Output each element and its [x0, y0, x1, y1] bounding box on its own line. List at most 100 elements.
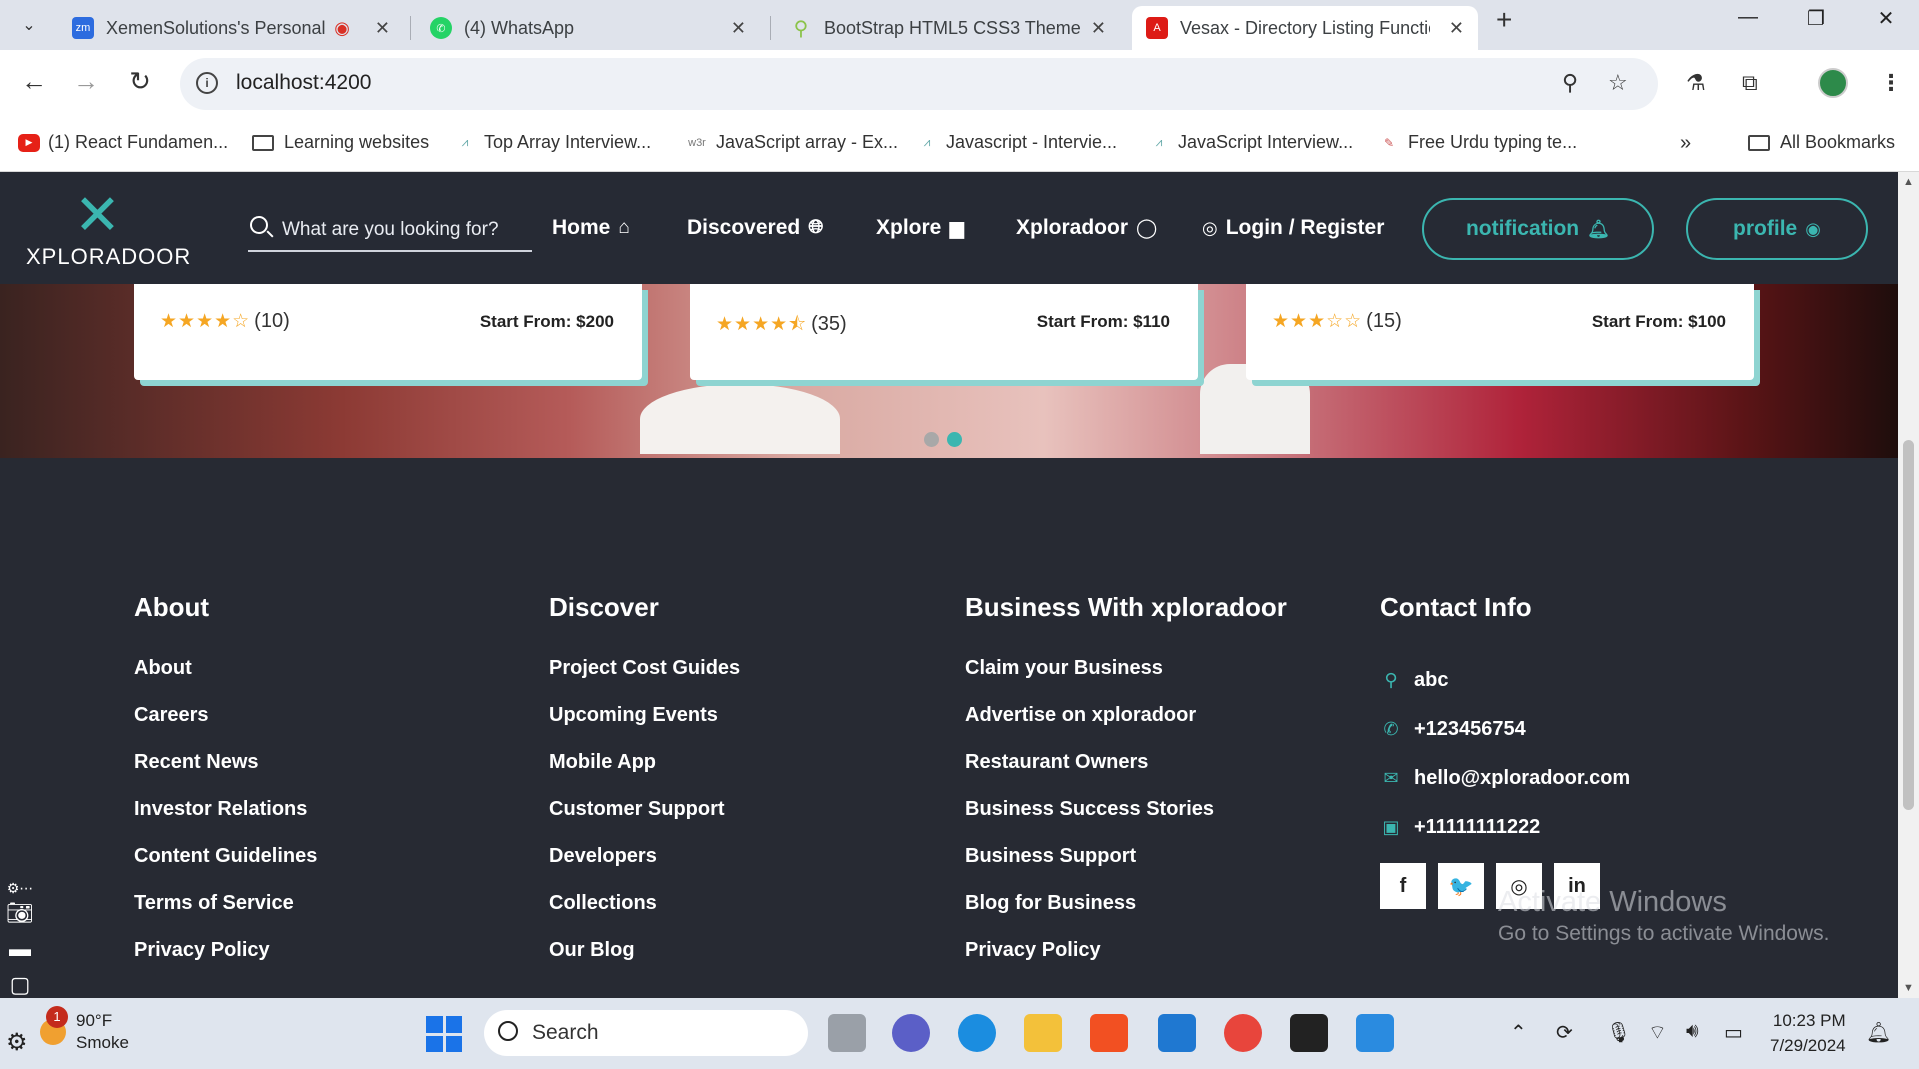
store-icon[interactable] [1090, 1014, 1128, 1052]
more-menu-icon[interactable]: ⋮ [1880, 70, 1902, 96]
restore-icon[interactable]: ❐ [1796, 6, 1836, 31]
scrollbar-thumb[interactable] [1903, 440, 1914, 810]
footer-link[interactable]: Claim your Business [965, 655, 1287, 702]
footer-link[interactable]: Content Guidelines [134, 843, 317, 890]
contact-email[interactable]: ✉ hello@xploradoor.com [1380, 753, 1630, 802]
footer-link[interactable]: Investor Relations [134, 796, 317, 843]
video-icon[interactable]: ▬ [0, 936, 40, 972]
close-tab-icon[interactable]: ✕ [375, 18, 390, 39]
notifications-bell-icon[interactable]: 🔔︎ [1866, 1020, 1891, 1045]
close-tab-icon[interactable]: ✕ [1449, 18, 1464, 39]
file-explorer-icon[interactable] [1024, 1014, 1062, 1052]
bookmark-item[interactable]: ✎ Free Urdu typing te... [1378, 132, 1577, 153]
settings-gear-icon[interactable]: ⚙ [6, 1028, 28, 1057]
listing-card[interactable]: ★★★★☆ (10) Start From: $200 [134, 284, 642, 380]
profile-button[interactable]: profile ◉ [1686, 198, 1868, 260]
bookmark-item[interactable]: ⩘ Javascript - Intervie... [916, 132, 1117, 153]
url-text[interactable]: localhost:4200 [236, 71, 371, 95]
contact-fax[interactable]: ▣ +11111111222 [1380, 802, 1630, 851]
footer-link[interactable]: Careers [134, 702, 317, 749]
footer-link[interactable]: Blog for Business [965, 890, 1287, 937]
tab-vesax[interactable]: A Vesax - Directory Listing Functio ✕ [1132, 6, 1478, 50]
footer-link[interactable]: Terms of Service [134, 890, 317, 937]
tray-chevron-icon[interactable]: ⌃ [1510, 1020, 1527, 1045]
facebook-icon[interactable]: f [1380, 863, 1426, 909]
bookmark-item[interactable]: ⩘ JavaScript Interview... [1148, 132, 1353, 153]
bookmark-item[interactable]: ⩘ Top Array Interview... [454, 132, 651, 153]
notification-button[interactable]: notification 🔔︎ [1422, 198, 1654, 260]
search-input[interactable] [282, 216, 530, 244]
twitter-icon[interactable]: 🐦 [1438, 863, 1484, 909]
task-view-icon[interactable] [828, 1014, 866, 1052]
footer-link[interactable]: Business Success Stories [965, 796, 1287, 843]
footer-link[interactable]: About [134, 655, 317, 702]
omnibox[interactable]: i localhost:4200 ⚲ ☆ [180, 58, 1658, 110]
chrome-icon[interactable] [1224, 1014, 1262, 1052]
back-icon[interactable]: ← [16, 66, 52, 97]
tab-search-chevron-icon[interactable]: ⌄ [14, 10, 44, 40]
footer-link[interactable]: Customer Support [549, 796, 740, 843]
minimize-icon[interactable]: — [1728, 6, 1768, 29]
tab-zoom[interactable]: zm XemenSolutions's Personal ◉ ✕ [58, 6, 404, 50]
footer-link[interactable]: Our Blog [549, 937, 740, 984]
carousel-dot[interactable] [924, 432, 939, 447]
bookmark-item[interactable]: w3r JavaScript array - Ex... [686, 132, 898, 153]
carousel-dot-active[interactable] [947, 432, 962, 447]
camera-icon[interactable]: 📷︎ [0, 900, 40, 936]
all-bookmarks[interactable]: All Bookmarks [1748, 132, 1895, 153]
footer-link[interactable]: Recent News [134, 749, 317, 796]
extensions-puzzle-icon[interactable]: ⧉ [1742, 70, 1758, 96]
volume-icon[interactable]: 🔊︎ [1686, 1020, 1699, 1043]
nav-home[interactable]: Home ⌂ [552, 216, 630, 240]
mail-app-icon[interactable] [1158, 1014, 1196, 1052]
nav-login-register[interactable]: ◎ Login / Register [1202, 216, 1384, 240]
page-scrollbar[interactable]: ▲ ▼ [1898, 172, 1919, 998]
forward-icon[interactable]: → [68, 66, 104, 97]
close-window-icon[interactable]: ✕ [1866, 6, 1906, 31]
footer-link[interactable]: Mobile App [549, 749, 740, 796]
nav-xploradoor[interactable]: Xploradoor ◯ [1016, 216, 1157, 240]
reload-icon[interactable]: ↻ [122, 66, 158, 97]
teams-icon[interactable] [892, 1014, 930, 1052]
new-tab-icon[interactable]: + [1496, 4, 1512, 36]
vscode-icon[interactable] [1356, 1014, 1394, 1052]
bookmark-item[interactable]: ▶ (1) React Fundamen... [18, 132, 228, 153]
contact-phone[interactable]: ✆ +123456754 [1380, 704, 1630, 753]
footer-link[interactable]: Project Cost Guides [549, 655, 740, 702]
footer-link[interactable]: Collections [549, 890, 740, 937]
wifi-icon[interactable]: ⌔ [1648, 1020, 1667, 1045]
listing-card[interactable]: ★★★☆☆ (15) Start From: $100 [1246, 284, 1754, 380]
nav-discovered[interactable]: Discovered 🌐︎ [687, 216, 823, 240]
profile-avatar-icon[interactable] [1818, 68, 1848, 98]
footer-link[interactable]: Upcoming Events [549, 702, 740, 749]
extension-flask-icon[interactable]: ⚗ [1686, 70, 1706, 96]
scroll-down-icon[interactable]: ▼ [1903, 982, 1914, 994]
site-info-icon[interactable]: i [196, 72, 218, 94]
zoom-magnifier-icon[interactable]: ⚲ [1562, 70, 1578, 96]
footer-link[interactable]: Restaurant Owners [965, 749, 1287, 796]
close-tab-icon[interactable]: ✕ [1091, 18, 1106, 39]
more-bookmarks-icon[interactable]: » [1680, 132, 1691, 155]
footer-link[interactable]: Developers [549, 843, 740, 890]
footer-link[interactable]: Advertise on xploradoor [965, 702, 1287, 749]
bookmark-item[interactable]: Learning websites [252, 132, 429, 153]
tab-whatsapp[interactable]: ✆ (4) WhatsApp ✕ [416, 6, 760, 50]
bookmark-star-icon[interactable]: ☆ [1608, 70, 1628, 96]
tool-more-icon[interactable]: ⚙⋯ [0, 880, 40, 900]
microphone-icon[interactable]: 🎙︎ [1606, 1020, 1631, 1045]
footer-link[interactable]: Business Support [965, 843, 1287, 890]
nav-xplore[interactable]: Xplore ▆ [876, 216, 964, 240]
taskbar-search[interactable]: Search [484, 1010, 808, 1056]
edge-icon[interactable] [958, 1014, 996, 1052]
listing-card[interactable]: ★★★★⯪ (35) Start From: $110 [690, 284, 1198, 380]
close-tab-icon[interactable]: ✕ [731, 18, 746, 39]
scroll-up-icon[interactable]: ▲ [1903, 176, 1914, 188]
footer-link[interactable]: Privacy Policy [134, 937, 317, 984]
terminal-icon[interactable] [1290, 1014, 1328, 1052]
start-button[interactable] [426, 1016, 462, 1052]
footer-link[interactable]: Privacy Policy [965, 937, 1287, 984]
tab-bootstrap[interactable]: ⚲ BootStrap HTML5 CSS3 Theme ✕ [776, 6, 1120, 50]
clock[interactable]: 10:23 PM 7/29/2024 [1770, 1008, 1846, 1058]
sync-icon[interactable]: ⟳ [1556, 1020, 1573, 1045]
site-logo[interactable]: ✕ XPLORADOOR [26, 188, 190, 270]
